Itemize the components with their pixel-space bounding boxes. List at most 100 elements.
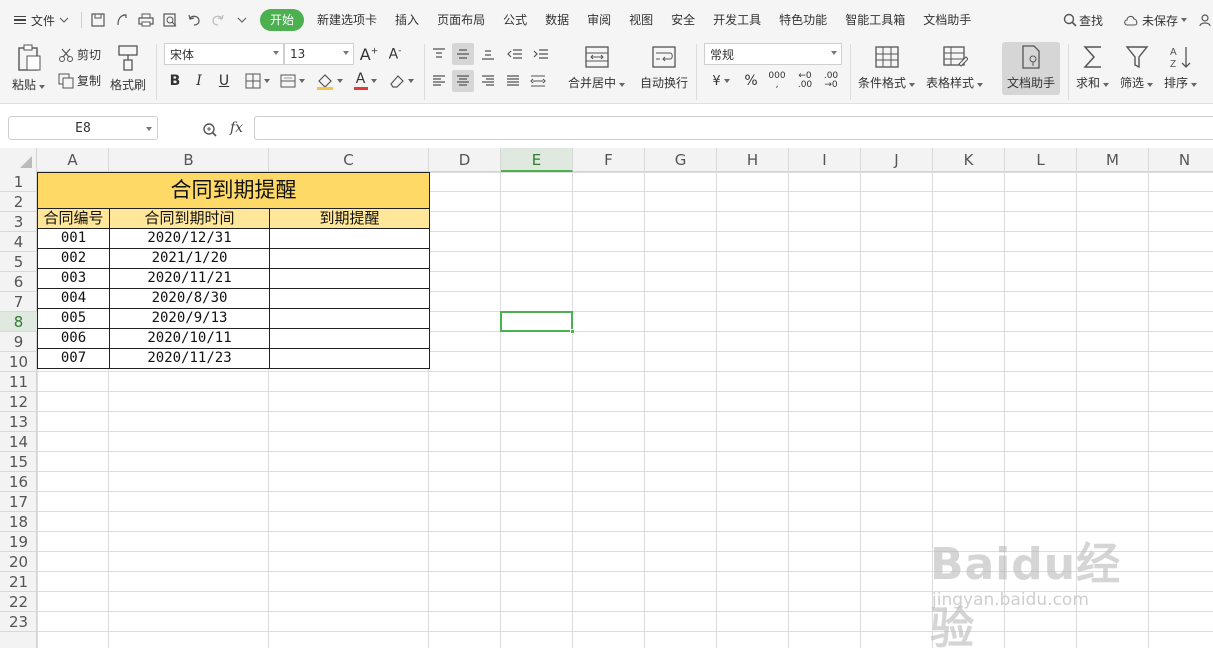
row-header-15[interactable]: 15 bbox=[0, 452, 37, 472]
user-button[interactable] bbox=[1199, 8, 1213, 32]
align-top-button[interactable] bbox=[428, 43, 450, 65]
table-cell[interactable]: 2021/1/20 bbox=[109, 248, 270, 269]
copy-button[interactable]: 复制 bbox=[58, 72, 101, 89]
tab-4[interactable]: 公式 bbox=[494, 9, 536, 31]
tab-9[interactable]: 开发工具 bbox=[704, 9, 770, 31]
tab-6[interactable]: 审阅 bbox=[578, 9, 620, 31]
column-header-J[interactable]: J bbox=[861, 148, 933, 172]
row-header-2[interactable]: 2 bbox=[0, 192, 37, 212]
column-header-H[interactable]: H bbox=[717, 148, 789, 172]
insert-function-button[interactable]: fx bbox=[230, 120, 243, 136]
file-menu[interactable]: 文件 bbox=[14, 8, 69, 32]
border-button[interactable] bbox=[241, 70, 273, 92]
table-header-cell[interactable]: 到期提醒 bbox=[269, 208, 430, 229]
decrease-font-size-button[interactable]: A- bbox=[384, 43, 406, 65]
table-cell[interactable]: 2020/10/11 bbox=[109, 328, 270, 349]
table-cell[interactable]: 004 bbox=[37, 288, 110, 309]
tab-5[interactable]: 数据 bbox=[536, 9, 578, 31]
column-header-M[interactable]: M bbox=[1077, 148, 1149, 172]
table-cell[interactable] bbox=[269, 228, 430, 249]
table-cell[interactable]: 2020/11/21 bbox=[109, 268, 270, 289]
increase-decimal-button[interactable]: ←0.00 bbox=[794, 70, 816, 92]
italic-button[interactable]: I bbox=[188, 70, 210, 92]
percent-format-button[interactable]: % bbox=[740, 70, 762, 92]
row-header-11[interactable]: 11 bbox=[0, 372, 37, 392]
table-cell[interactable]: 003 bbox=[37, 268, 110, 289]
conditional-format-button[interactable]: 条件格式 bbox=[858, 44, 916, 91]
tab-10[interactable]: 特色功能 bbox=[770, 9, 836, 31]
tab-3[interactable]: 页面布局 bbox=[428, 9, 494, 31]
save-icon[interactable] bbox=[86, 8, 110, 32]
row-header-8[interactable]: 8 bbox=[0, 312, 37, 332]
fill-pattern-button[interactable] bbox=[276, 70, 308, 92]
table-cell[interactable]: 2020/12/31 bbox=[109, 228, 270, 249]
row-header-13[interactable]: 13 bbox=[0, 412, 37, 432]
tab-0[interactable]: 开始 bbox=[260, 9, 305, 31]
column-header-F[interactable]: F bbox=[573, 148, 645, 172]
row-header-18[interactable]: 18 bbox=[0, 512, 37, 532]
row-header-5[interactable]: 5 bbox=[0, 252, 37, 272]
tab-1[interactable]: 新建选项卡 bbox=[308, 9, 386, 31]
table-style-button[interactable]: 表格样式 bbox=[926, 44, 984, 91]
column-header-L[interactable]: L bbox=[1005, 148, 1077, 172]
formula-input[interactable] bbox=[254, 116, 1213, 140]
column-header-N[interactable]: N bbox=[1149, 148, 1213, 172]
row-header-4[interactable]: 4 bbox=[0, 232, 37, 252]
increase-indent-button[interactable] bbox=[530, 43, 552, 65]
table-cell[interactable] bbox=[269, 328, 430, 349]
table-cell[interactable]: 2020/11/23 bbox=[109, 348, 270, 369]
table-cell[interactable] bbox=[269, 308, 430, 329]
clear-format-button[interactable] bbox=[386, 70, 416, 92]
output-pdf-icon[interactable] bbox=[110, 8, 134, 32]
table-header-cell[interactable]: 合同编号 bbox=[37, 208, 110, 229]
redo-icon[interactable] bbox=[206, 8, 230, 32]
table-cell[interactable]: 001 bbox=[37, 228, 110, 249]
row-header-14[interactable]: 14 bbox=[0, 432, 37, 452]
wrap-text-button[interactable]: 自动换行 bbox=[640, 44, 688, 91]
cut-button[interactable]: 剪切 bbox=[58, 46, 101, 63]
align-middle-button[interactable] bbox=[452, 43, 474, 65]
thousands-separator-button[interactable]: 000, bbox=[766, 70, 788, 92]
increase-font-size-button[interactable]: A+ bbox=[358, 43, 380, 65]
column-header-A[interactable]: A bbox=[37, 148, 109, 172]
column-header-I[interactable]: I bbox=[789, 148, 861, 172]
currency-format-button[interactable]: ¥ bbox=[706, 70, 736, 92]
decrease-decimal-button[interactable]: .00 →0 bbox=[820, 70, 842, 92]
sum-button[interactable]: 求和 bbox=[1076, 44, 1110, 91]
column-header-E[interactable]: E bbox=[501, 148, 573, 172]
table-cell[interactable]: 2020/8/30 bbox=[109, 288, 270, 309]
customize-toolbar-icon[interactable] bbox=[230, 8, 254, 32]
row-header-16[interactable]: 16 bbox=[0, 472, 37, 492]
fill-handle[interactable] bbox=[570, 329, 575, 334]
tab-12[interactable]: 文档助手 bbox=[914, 9, 980, 31]
column-header-K[interactable]: K bbox=[933, 148, 1005, 172]
sort-button[interactable]: AZ 排序 bbox=[1164, 44, 1198, 91]
justify-button[interactable] bbox=[502, 70, 524, 92]
column-header-G[interactable]: G bbox=[645, 148, 717, 172]
tab-8[interactable]: 安全 bbox=[662, 9, 704, 31]
table-header-cell[interactable]: 合同到期时间 bbox=[109, 208, 270, 229]
table-cell[interactable]: 002 bbox=[37, 248, 110, 269]
tab-11[interactable]: 智能工具箱 bbox=[836, 9, 914, 31]
table-cell[interactable] bbox=[269, 248, 430, 269]
name-box[interactable]: E8 bbox=[8, 116, 158, 140]
select-all-corner[interactable] bbox=[0, 148, 37, 172]
row-header-6[interactable]: 6 bbox=[0, 272, 37, 292]
number-format-select[interactable]: 常规 bbox=[704, 43, 842, 65]
row-header-19[interactable]: 19 bbox=[0, 532, 37, 552]
paste-button[interactable]: 粘贴 bbox=[12, 44, 46, 93]
bold-button[interactable]: B bbox=[164, 70, 186, 92]
row-header-12[interactable]: 12 bbox=[0, 392, 37, 412]
row-header-10[interactable]: 10 bbox=[0, 352, 37, 372]
row-header-22[interactable]: 22 bbox=[0, 592, 37, 612]
undo-icon[interactable] bbox=[182, 8, 206, 32]
align-left-button[interactable] bbox=[428, 70, 450, 92]
zoom-formula-icon[interactable] bbox=[202, 122, 218, 141]
table-cell[interactable]: 005 bbox=[37, 308, 110, 329]
font-color-button[interactable]: A bbox=[350, 70, 380, 92]
active-cell-cursor[interactable] bbox=[500, 311, 575, 334]
row-header-20[interactable]: 20 bbox=[0, 552, 37, 572]
row-header-21[interactable]: 21 bbox=[0, 572, 37, 592]
row-header-9[interactable]: 9 bbox=[0, 332, 37, 352]
table-title-cell[interactable]: 合同到期提醒 bbox=[37, 172, 430, 209]
